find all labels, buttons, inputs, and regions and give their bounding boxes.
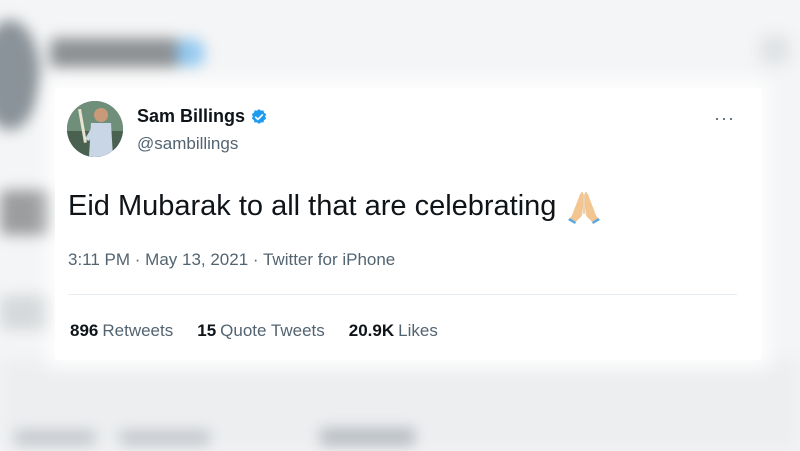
blurred-action-icon [15, 430, 95, 446]
tweet-text-row: Eid Mubarak to all that are celebrating [68, 188, 602, 224]
tweet-meta: 3:11 PM · May 13, 2021 · Twitter for iPh… [68, 250, 395, 270]
likes-label: Likes [398, 321, 438, 340]
retweets-count: 896 [70, 321, 99, 340]
blurred-text-block [0, 295, 55, 330]
retweets-stat[interactable]: 896 Retweets [70, 321, 173, 341]
likes-count: 20.9K [348, 321, 395, 340]
quote-tweets-label: Quote Tweets [220, 321, 325, 340]
retweets-label: Retweets [102, 321, 174, 340]
blurred-verified-icon [175, 38, 205, 68]
timestamp[interactable]: 3:11 PM · May 13, 2021 [68, 250, 248, 269]
tweet-stats: 896 Retweets 15 Quote Tweets 20.9K Likes [70, 321, 462, 341]
folded-hands-icon [568, 192, 601, 224]
more-options-icon[interactable]: ··· [714, 108, 735, 129]
blurred-text-block [0, 190, 55, 235]
blurred-close-icon [760, 35, 790, 65]
blurred-action-icon [120, 430, 210, 446]
tweet-text: Eid Mubarak to all that are celebrating [68, 189, 557, 222]
blurred-avatar [0, 20, 40, 130]
display-name[interactable]: Sam Billings [137, 106, 245, 127]
quote-tweets-stat[interactable]: 15 Quote Tweets [197, 321, 325, 341]
divider [68, 294, 737, 295]
avatar[interactable] [67, 101, 123, 157]
meta-separator: · [248, 250, 263, 269]
user-handle[interactable]: @sambillings [137, 134, 238, 154]
verified-badge-icon [251, 108, 267, 124]
blurred-name [50, 38, 180, 68]
tweet-source[interactable]: Twitter for iPhone [263, 250, 395, 269]
tweet-card: Sam Billings @sambillings ··· Eid Mubara… [55, 88, 761, 360]
likes-stat[interactable]: 20.9K Likes [349, 321, 438, 341]
quote-tweets-count: 15 [197, 321, 217, 340]
blurred-action-icon [320, 428, 415, 446]
